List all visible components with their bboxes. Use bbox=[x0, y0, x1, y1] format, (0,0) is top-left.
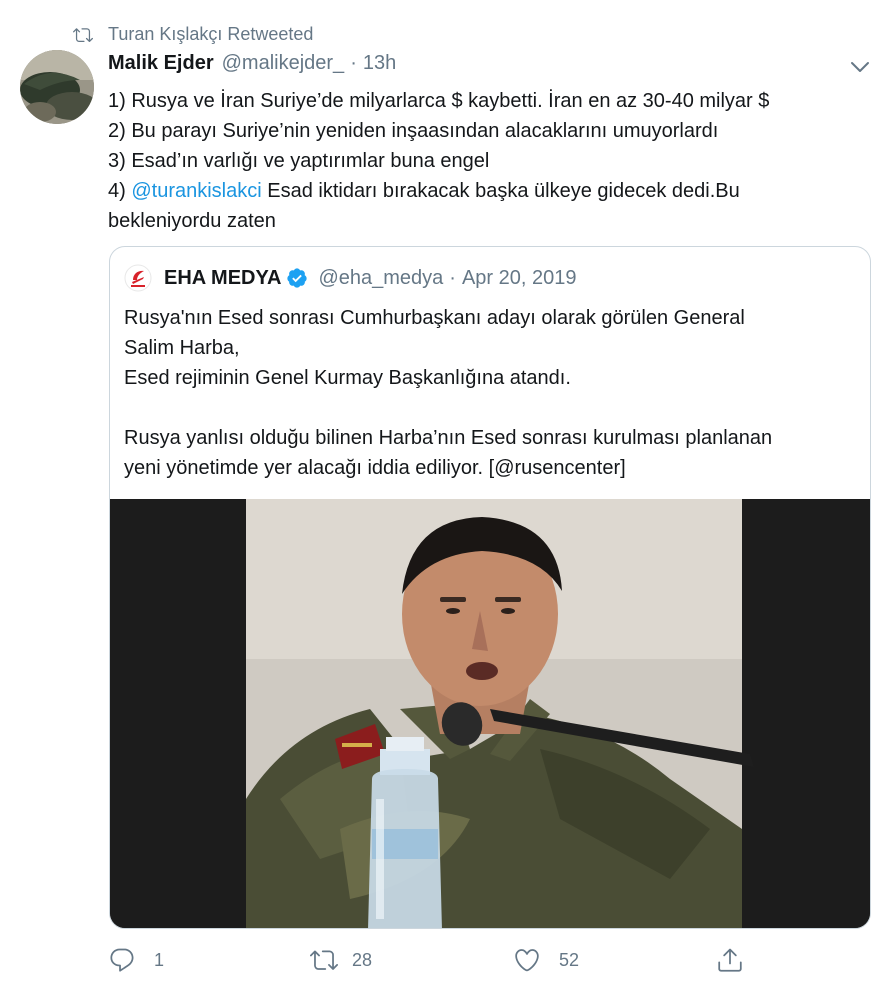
quoted-tweet[interactable]: EHA MEDYA @eha_medya · Apr 20, 2019 Rusy… bbox=[109, 246, 871, 929]
tweet-line-prefix: 4) bbox=[108, 180, 132, 202]
tweet-header: Malik Ejder @malikejder_ · 13h bbox=[108, 52, 396, 82]
tweet-line: bekleniyordu zaten bbox=[108, 210, 276, 232]
reply-button[interactable]: 1 bbox=[108, 940, 164, 980]
share-button[interactable] bbox=[716, 940, 744, 980]
tweet-line: 1) Rusya ve İran Suriye’de milyarlarca $… bbox=[108, 90, 770, 112]
retweet-action-icon bbox=[310, 950, 338, 970]
retweet-button[interactable]: 28 bbox=[310, 940, 372, 980]
quoted-header-separator: · bbox=[449, 266, 456, 289]
retweet-icon bbox=[73, 28, 93, 43]
quoted-author-handle[interactable]: @eha_medya bbox=[318, 267, 443, 290]
retweet-count: 28 bbox=[352, 949, 373, 970]
mention-link[interactable]: @turankislakci bbox=[131, 180, 261, 202]
tweet-text: 1) Rusya ve İran Suriye’de milyarlarca $… bbox=[108, 86, 868, 236]
header-separator: · bbox=[350, 52, 357, 74]
eha-medya-logo-icon[interactable] bbox=[124, 264, 152, 292]
verified-badge-icon bbox=[287, 268, 308, 288]
quoted-tweet-photo[interactable] bbox=[110, 499, 870, 928]
tweet-actions: 1 28 52 bbox=[108, 940, 868, 980]
quoted-tweet-header: EHA MEDYA @eha_medya · Apr 20, 2019 bbox=[124, 263, 576, 293]
quoted-tweet-text: Rusya'nın Esed sonrası Cumhurbaşkanı ada… bbox=[124, 303, 844, 483]
tweet-line: 3) Esad’ın varlığı ve yaptırımlar buna e… bbox=[108, 150, 490, 172]
quoted-line: Rusya'nın Esed sonrası Cumhurbaşkanı ada… bbox=[124, 307, 745, 329]
reply-icon bbox=[110, 948, 134, 972]
retweeted-by-label[interactable]: Turan Kışlakçı Retweeted bbox=[108, 24, 313, 45]
quoted-line: yeni yönetimde yer alacağı iddia ediliyo… bbox=[124, 457, 626, 479]
author-avatar[interactable] bbox=[20, 50, 94, 124]
chevron-down-icon[interactable] bbox=[846, 56, 874, 78]
like-count: 52 bbox=[559, 949, 580, 970]
tweet-line: 2) Bu parayı Suriye’nin yeniden inşaasın… bbox=[108, 120, 719, 142]
tweet-line: 4) @turankislakci Esad iktidarı bırakaca… bbox=[108, 176, 868, 206]
author-handle[interactable]: @malikejder_ bbox=[222, 52, 345, 75]
heart-icon bbox=[515, 949, 539, 972]
tweet-line-rest: Esad iktidarı bırakacak başka ülkeye gid… bbox=[261, 180, 740, 202]
reply-count: 1 bbox=[154, 949, 165, 970]
quoted-tweet-date[interactable]: Apr 20, 2019 bbox=[462, 267, 577, 290]
share-icon bbox=[718, 948, 742, 972]
quoted-line bbox=[124, 393, 844, 423]
quoted-line: Esed rejiminin Genel Kurmay Başkanlığına… bbox=[124, 367, 571, 389]
author-name[interactable]: Malik Ejder bbox=[108, 52, 214, 75]
quoted-line: Rusya yanlısı olduğu bilinen Harba’nın E… bbox=[124, 427, 773, 449]
quoted-line: Salim Harba, bbox=[124, 337, 240, 359]
quoted-author-name[interactable]: EHA MEDYA bbox=[164, 267, 281, 290]
tweet-timestamp[interactable]: 13h bbox=[363, 52, 396, 75]
like-button[interactable]: 52 bbox=[513, 940, 579, 980]
